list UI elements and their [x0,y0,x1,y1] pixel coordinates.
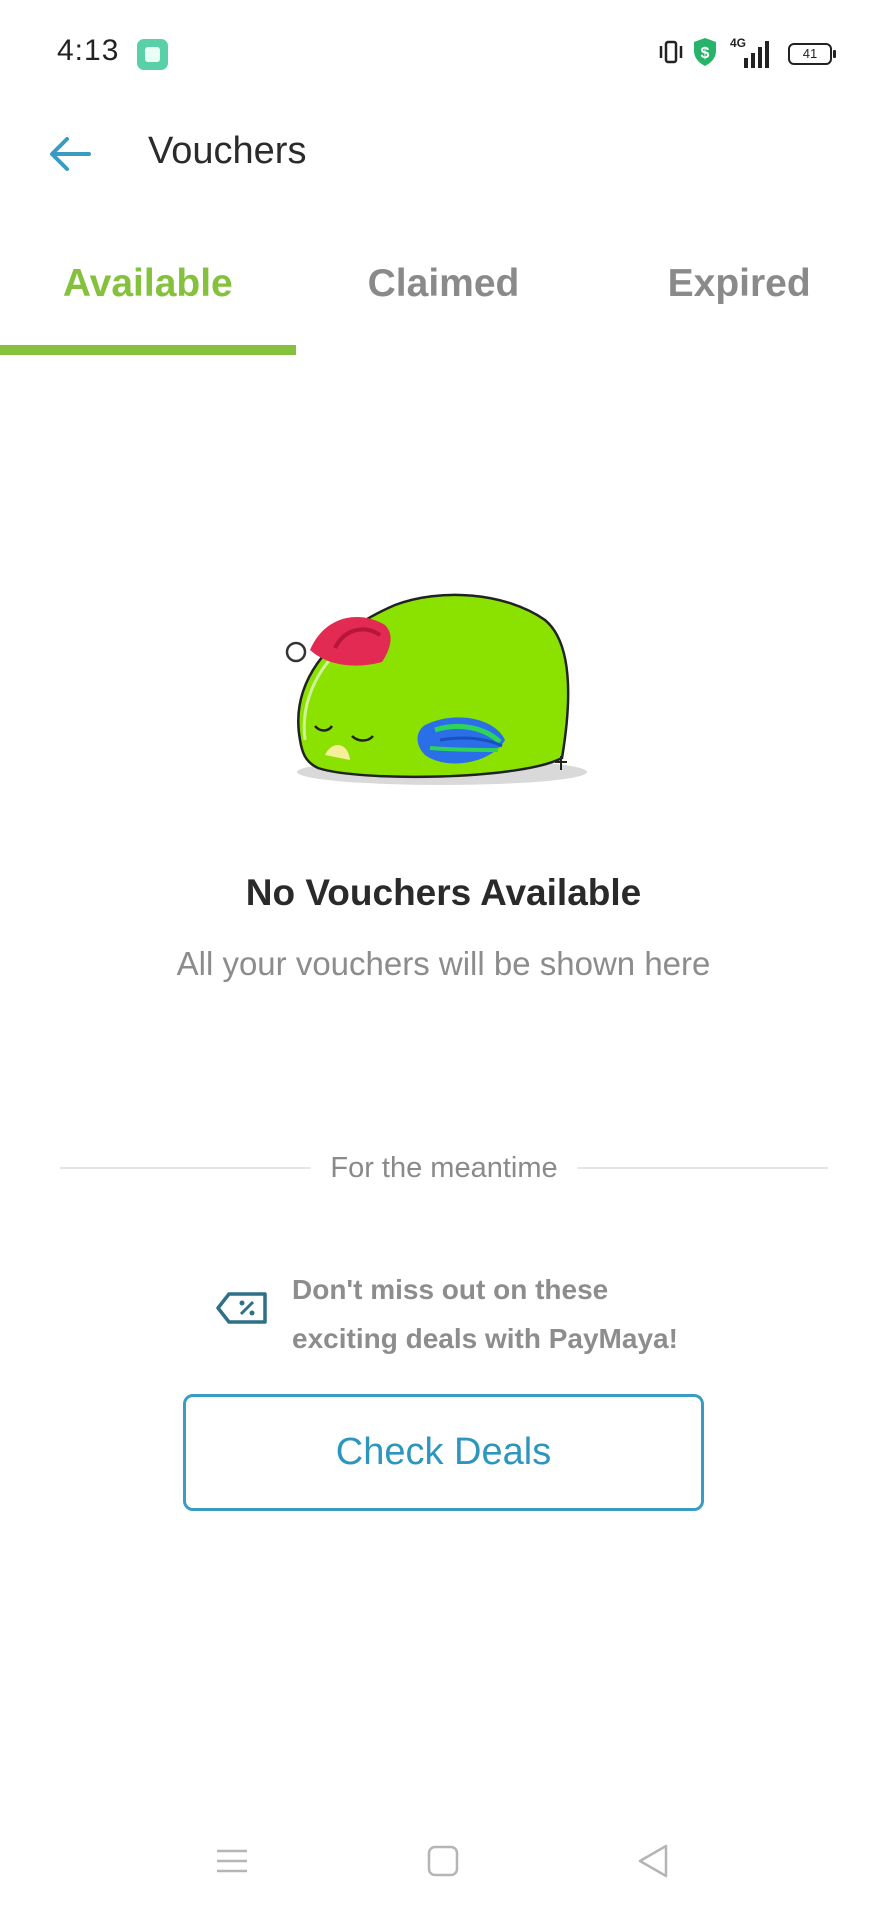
nav-menu-button[interactable] [202,1833,262,1893]
status-time: 4:13 [57,34,120,67]
tab-claimed[interactable]: Claimed [296,225,592,355]
tab-expired[interactable]: Expired [591,225,887,355]
divider-line-right [577,1167,829,1169]
page-title: Vouchers [148,130,307,172]
system-nav-bar [0,1815,887,1920]
divider-label: For the meantime [330,1151,558,1184]
discount-tag-icon [215,1291,269,1325]
vibrate-icon [658,39,684,70]
back-button[interactable] [40,126,100,186]
battery-level: 41 [802,46,818,61]
empty-state-title: No Vouchers Available [245,872,642,913]
back-icon [636,1843,670,1884]
menu-icon [215,1847,249,1880]
svg-text:$: $ [701,45,710,62]
home-icon [426,1844,460,1883]
shield-dollar-icon: $ [692,37,718,72]
promo-text: Don't miss out on these exciting deals w… [292,1265,732,1363]
tab-bar: Available Claimed Expired [0,225,887,355]
status-icons: $ 4G 41 [658,36,836,72]
vouchers-screen: 4:13 $ 4G 41 Vouchers Available Claimed … [0,0,887,1920]
battery-icon: 41 [788,43,836,65]
app-bar: Vouchers [0,110,887,225]
empty-state-subtitle: All your vouchers will be shown here [176,945,711,982]
promo-line-1: Don't miss out on these [292,1274,609,1305]
section-divider: For the meantime [60,1148,829,1188]
status-bar: 4:13 $ 4G 41 [0,0,887,110]
nav-back-button[interactable] [623,1833,683,1893]
promo-line-2: exciting deals with PayMaya! [292,1323,678,1354]
nav-home-button[interactable] [413,1833,473,1893]
signal-icon: 4G [726,36,772,70]
check-deals-button[interactable]: Check Deals [183,1394,704,1511]
arrow-left-icon [47,134,93,179]
sleeping-bird-illustration [270,590,610,800]
divider-line-left [60,1167,311,1169]
tab-available[interactable]: Available [0,225,296,355]
app-notification-icon [137,39,168,70]
promo-message: Don't miss out on these exciting deals w… [215,1265,735,1375]
